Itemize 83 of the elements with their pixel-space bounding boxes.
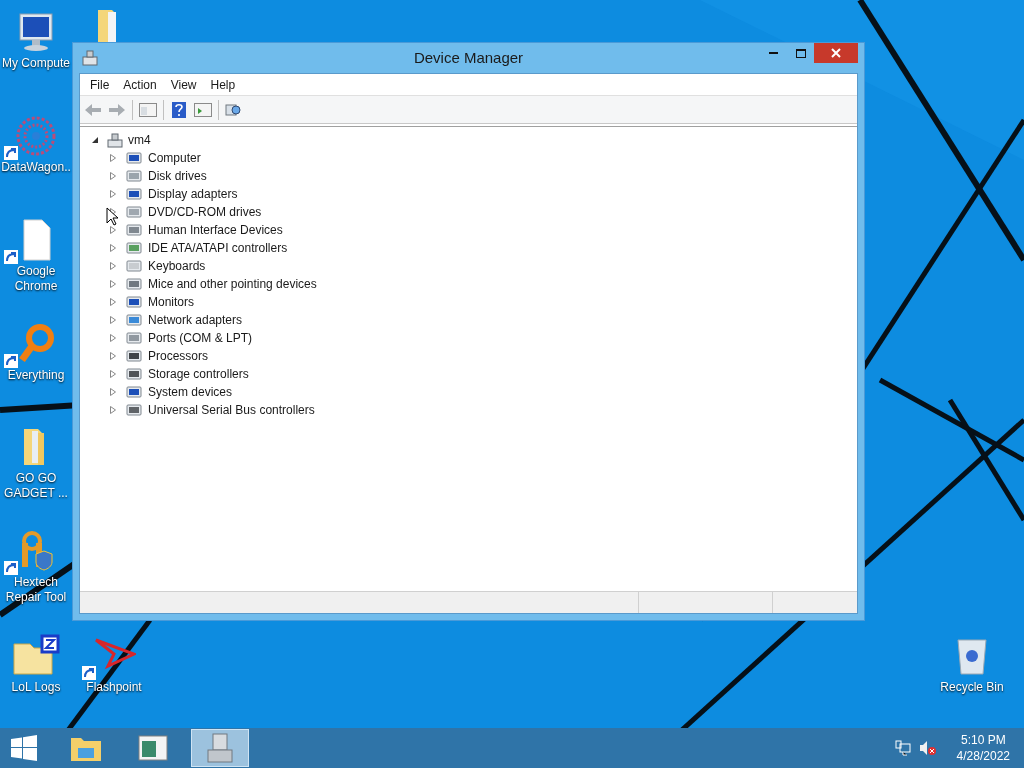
desktop-icon-label[interactable]: Everything: [7, 368, 65, 383]
device-category-icon: [126, 240, 142, 256]
tree-item-label[interactable]: Mice and other pointing devices: [148, 275, 317, 293]
computer-tools-icon: [81, 49, 99, 67]
help-icon: [172, 101, 186, 118]
tree-root-label[interactable]: vm4: [128, 131, 151, 149]
tree-item-label[interactable]: IDE ATA/ATAPI controllers: [148, 239, 288, 257]
desktop-icon-label[interactable]: DataWagon..: [1, 160, 71, 175]
device-category-icon: [126, 366, 142, 382]
collapsed-triangle-icon: [110, 280, 116, 288]
computer-tools-icon: [205, 732, 235, 764]
tree-item-label[interactable]: Ports (COM & LPT): [148, 329, 252, 347]
collapsed-triangle-icon: [110, 334, 116, 342]
device-category-icon: [126, 312, 142, 328]
cursor-icon: [106, 207, 118, 226]
left-arrow-icon: [84, 102, 102, 117]
collapsed-triangle-icon: [110, 316, 116, 324]
collapsed-triangle-icon: [110, 262, 116, 270]
device-category-icon: [126, 168, 142, 184]
desktop-icon-label[interactable]: GO GO GADGET ...: [0, 471, 72, 501]
right-arrow-icon: [108, 102, 126, 117]
tree-item-label[interactable]: Storage controllers: [148, 365, 249, 383]
minimize-icon: [769, 52, 778, 54]
star-pattern-icon: [14, 114, 58, 158]
computer-tools-icon: [106, 132, 124, 148]
network-icon: [894, 740, 911, 756]
expanded-triangle-icon: [92, 137, 98, 143]
tree-item-label[interactable]: Network adapters: [148, 311, 243, 329]
panel-icon: [194, 102, 212, 117]
device-category-icon: [126, 330, 142, 346]
device-category-icon: [126, 150, 142, 166]
device-category-icon: [126, 294, 142, 310]
collapsed-triangle-icon: [110, 388, 116, 396]
device-category-icon: [126, 348, 142, 364]
clock-date[interactable]: 4/28/2022: [956, 748, 1010, 764]
collapsed-triangle-icon: [110, 352, 116, 360]
desktop-icon-label[interactable]: Google Chrome: [0, 264, 72, 294]
monitor-magnifier-icon: [225, 101, 243, 118]
desktop-icon-label[interactable]: LoL Logs: [11, 680, 61, 695]
window-icon: [138, 735, 168, 761]
collapsed-triangle-icon: [110, 154, 116, 162]
clock-time[interactable]: 5:10 PM: [960, 732, 1006, 748]
tree-item-label[interactable]: System devices: [148, 383, 233, 401]
menu-item[interactable]: File: [84, 75, 116, 94]
maximize-icon: [795, 48, 806, 58]
desktop-icon-label[interactable]: Recycle Bin: [940, 680, 1004, 695]
tree-item-label[interactable]: DVD/CD-ROM drives: [148, 203, 262, 221]
zipped-folder-icon: [12, 634, 60, 678]
device-category-icon: [126, 276, 142, 292]
tree-item-label[interactable]: Computer: [148, 149, 201, 167]
collapsed-triangle-icon: [110, 172, 116, 180]
menu-item[interactable]: Action: [117, 75, 163, 94]
tree-item-label[interactable]: Universal Serial Bus controllers: [148, 401, 315, 419]
collapsed-triangle-icon: [110, 208, 116, 216]
folder-icon: [98, 10, 118, 44]
collapsed-triangle-icon: [110, 298, 116, 306]
tree-item-label[interactable]: Human Interface Devices: [148, 221, 283, 239]
speaker-muted-icon: [918, 740, 937, 756]
window-title: Device Manager: [413, 47, 524, 68]
tree-item-label[interactable]: Monitors: [148, 293, 194, 311]
device-category-icon: [126, 186, 142, 202]
device-category-icon: [126, 204, 142, 220]
tree-item-label[interactable]: Disk drives: [148, 167, 207, 185]
collapsed-triangle-icon: [110, 406, 116, 414]
device-category-icon: [126, 258, 142, 274]
taskbar-app[interactable]: [191, 729, 249, 767]
menu-item[interactable]: Help: [204, 75, 242, 94]
device-category-icon: [126, 222, 142, 238]
collapsed-triangle-icon: [110, 370, 116, 378]
panel-icon: [139, 102, 157, 117]
close-icon: [831, 48, 841, 58]
desktop-icon-label[interactable]: My Compute: [2, 56, 70, 71]
windows-logo-icon: [11, 735, 37, 761]
collapsed-triangle-icon: [110, 190, 116, 198]
tree-item-label[interactable]: Keyboards: [148, 257, 206, 275]
tree-item-label[interactable]: Processors: [148, 347, 209, 365]
collapsed-triangle-icon: [110, 226, 116, 234]
device-category-icon: [126, 384, 142, 400]
menu-item[interactable]: View: [164, 75, 203, 94]
device-category-icon: [126, 402, 142, 418]
tree-item-label[interactable]: Display adapters: [148, 185, 238, 203]
collapsed-triangle-icon: [110, 244, 116, 252]
close-button[interactable]: [814, 43, 858, 63]
